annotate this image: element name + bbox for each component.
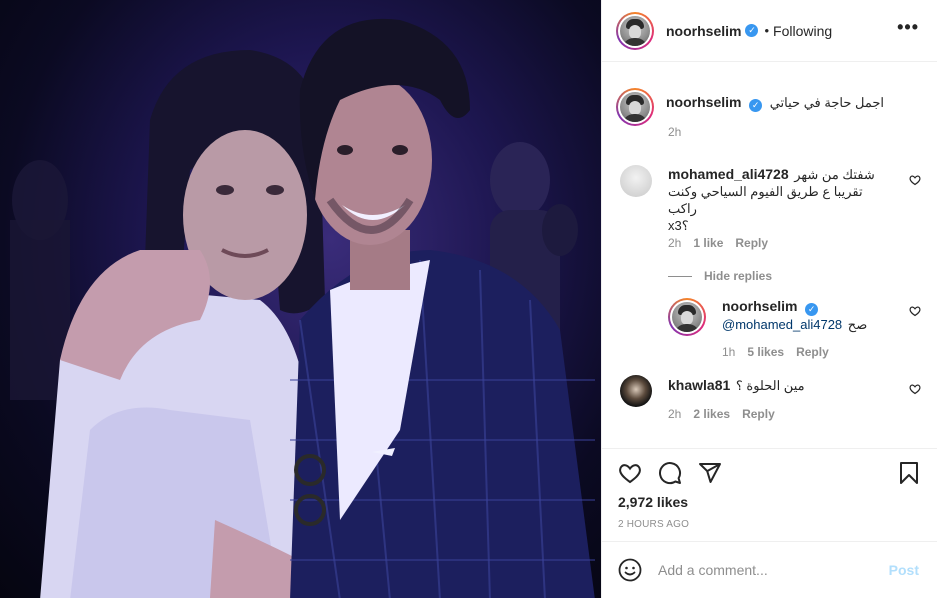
reply-avatar[interactable] xyxy=(668,298,706,336)
photo-illustration xyxy=(10,18,595,598)
paper-plane-icon[interactable] xyxy=(698,461,722,485)
bookmark-icon[interactable] xyxy=(897,461,921,485)
post-side-panel: noorhselim ✓ • Following ••• noorhselim … xyxy=(601,0,937,598)
comment-text: مين الحلوة ؟ xyxy=(735,378,805,393)
post-time: 2 HOURS AGO xyxy=(618,519,690,530)
caption: noorhselim ✓ اجمل حاجة في حياتي 2h xyxy=(616,63,921,141)
comment-time: 2h xyxy=(668,236,682,250)
caption-avatar[interactable] xyxy=(616,88,654,126)
reply-mention[interactable]: @mohamed_ali4728 xyxy=(722,317,842,332)
comment-like-heart-icon[interactable] xyxy=(909,174,921,189)
reply-time: 1h xyxy=(722,345,736,359)
comment-input[interactable] xyxy=(658,562,878,578)
smiley-icon[interactable] xyxy=(618,558,642,582)
verified-badge-icon: ✓ xyxy=(749,99,763,112)
caption-time: 2h xyxy=(668,125,682,139)
reply-item: noorhselim ✓ @mohamed_ali4728 صح 1h 5 lik… xyxy=(618,279,921,375)
reply-username[interactable]: noorhselim xyxy=(722,298,797,314)
caption-username[interactable]: noorhselim xyxy=(666,94,741,110)
comment-time: 2h xyxy=(668,407,682,421)
following-button[interactable]: Following xyxy=(773,23,832,39)
post-header: noorhselim ✓ • Following ••• xyxy=(602,0,937,62)
caption-text: اجمل حاجة في حياتي xyxy=(769,95,884,110)
post-photo[interactable] xyxy=(0,0,601,598)
comment-likes[interactable]: 1 like xyxy=(693,236,723,250)
comment-text-line1: شفتك من شهر xyxy=(794,167,875,182)
comment-item: khawla81 مين الحلوة ؟ 2h 2 likes Reply xyxy=(618,375,921,445)
reply-like-heart-icon[interactable] xyxy=(909,305,921,320)
comment-likes[interactable]: 2 likes xyxy=(693,407,730,421)
commenter-username[interactable]: khawla81 xyxy=(668,377,730,393)
reply-button[interactable]: Reply xyxy=(735,236,768,250)
likes-count[interactable]: 2,972 likes xyxy=(618,494,688,510)
add-comment-bar: Post xyxy=(602,541,937,598)
heart-icon[interactable] xyxy=(618,461,642,485)
commenter-avatar[interactable] xyxy=(620,375,652,407)
commenter-username[interactable]: mohamed_ali4728 xyxy=(668,166,789,182)
separator-dot: • xyxy=(764,23,770,38)
comment-icon[interactable] xyxy=(658,461,682,485)
comment-like-heart-icon[interactable] xyxy=(909,383,921,398)
verified-badge-icon: ✓ xyxy=(805,302,819,316)
comment-text-line2: تقريبا ع طريق الفيوم السياحي وكنت راكب xyxy=(668,184,863,216)
verified-badge-icon: ✓ xyxy=(745,24,759,37)
post-actions: 2,972 likes 2 HOURS AGO xyxy=(602,448,937,550)
hide-replies-line xyxy=(668,276,692,278)
author-username[interactable]: noorhselim xyxy=(666,23,741,39)
comment-item: mohamed_ali4728 شفتك من شهر تقريبا ع طري… xyxy=(618,155,921,283)
author-avatar[interactable] xyxy=(616,11,654,50)
more-dots-icon[interactable]: ••• xyxy=(897,18,919,36)
reply-likes[interactable]: 5 likes xyxy=(747,345,784,359)
post-comment-button[interactable]: Post xyxy=(889,562,919,578)
reply-button[interactable]: Reply xyxy=(796,345,829,359)
reply-button[interactable]: Reply xyxy=(742,407,775,421)
comments-list[interactable]: noorhselim ✓ اجمل حاجة في حياتي 2h moham… xyxy=(602,63,937,447)
reply-text: صح xyxy=(847,317,868,332)
commenter-avatar[interactable] xyxy=(620,165,652,197)
comment-text-line3: x3؟ xyxy=(668,218,689,233)
